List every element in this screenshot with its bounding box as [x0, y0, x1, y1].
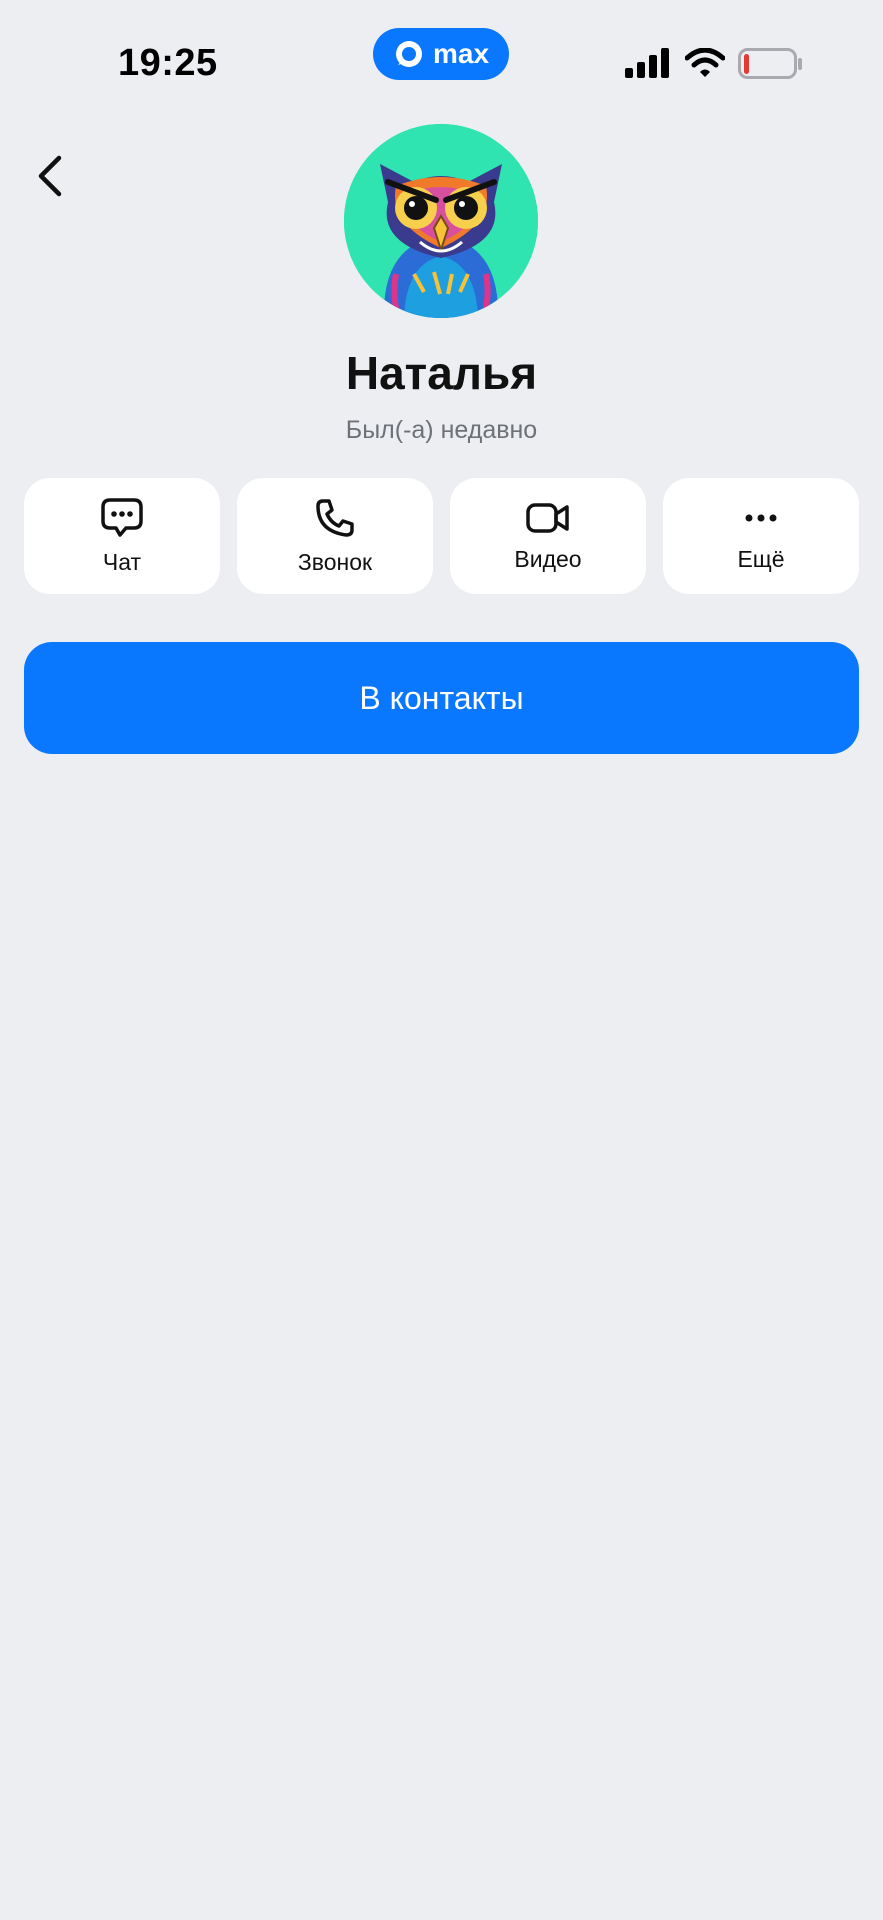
back-button[interactable] [20, 148, 80, 208]
more-action-label: Ещё [737, 545, 785, 572]
more-dots-icon [741, 500, 781, 536]
avatar[interactable] [344, 124, 538, 318]
action-bar: Чат Звонок Видео Ещё [24, 478, 859, 594]
chevron-left-icon [35, 154, 65, 203]
wifi-icon [684, 47, 726, 83]
call-action-label: Звонок [297, 548, 373, 575]
battery-low-icon [738, 48, 804, 85]
chat-action-label: Чат [102, 548, 142, 575]
profile-status: Был(-а) недавно [345, 416, 538, 444]
max-logo-icon [393, 38, 425, 70]
add-to-contacts-button[interactable]: В контакты [24, 642, 859, 754]
status-bar: 19:25 max [0, 0, 883, 110]
chat-action-button[interactable]: Чат [24, 478, 220, 594]
app-badge-label: max [432, 38, 490, 69]
video-camera-icon [525, 500, 571, 536]
app-badge-pill[interactable]: max [373, 28, 509, 80]
video-action-button[interactable]: Видео [450, 478, 646, 594]
call-action-button[interactable]: Звонок [237, 478, 433, 594]
cellular-signal-icon [625, 48, 671, 83]
video-action-label: Видео [514, 545, 582, 572]
status-time: 19:25 [118, 42, 218, 84]
profile-name: Наталья [345, 347, 538, 399]
more-action-button[interactable]: Ещё [663, 478, 859, 594]
owl-avatar [344, 124, 538, 318]
phone-icon [314, 497, 356, 539]
chat-bubble-icon [100, 497, 144, 539]
